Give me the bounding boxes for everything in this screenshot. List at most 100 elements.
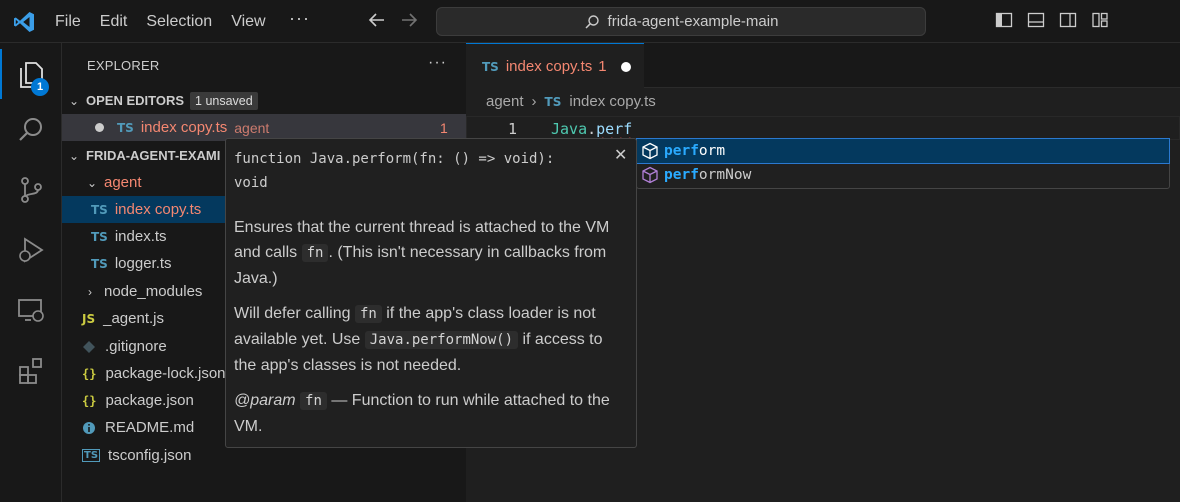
- file-name: index copy.ts: [114, 201, 202, 218]
- chevron-down-icon: ⌄: [86, 175, 98, 190]
- javascript-file-icon: JS: [82, 311, 96, 326]
- search-icon: [585, 14, 599, 29]
- file-name: package.json: [105, 392, 194, 409]
- chevron-right-icon: ›: [88, 284, 92, 299]
- menu-more-icon[interactable]: ···: [289, 8, 310, 29]
- command-center-text: frida-agent-example-main: [607, 13, 779, 30]
- suggest-details-panel: function Java.perform(fn: () => void): v…: [225, 138, 637, 448]
- customize-layout-icon[interactable]: [1090, 10, 1110, 30]
- json-file-icon: {}: [82, 393, 97, 408]
- activity-bar: 1: [0, 43, 62, 502]
- problems-count: 1: [440, 119, 448, 136]
- activity-extensions[interactable]: [0, 345, 62, 395]
- tab-bar: TS index copy.ts 1: [466, 43, 1180, 89]
- function-signature: function Java.perform(fn: () => void): v…: [234, 151, 555, 191]
- code-line[interactable]: 1 Java.perf: [466, 116, 1180, 140]
- tab-label: index copy.ts: [505, 58, 593, 75]
- open-editors-header[interactable]: ⌄ OPEN EDITORS 1 unsaved: [62, 87, 466, 114]
- suggest-rest: ormNow: [698, 167, 752, 183]
- activity-remote-explorer[interactable]: [0, 285, 62, 335]
- suggest-match: perf: [664, 143, 699, 159]
- suggest-item[interactable]: perf ormNow: [637, 163, 1169, 187]
- open-editor-filename: index copy.ts: [140, 119, 228, 136]
- menu-selection[interactable]: Selection: [146, 12, 212, 32]
- toggle-primary-sidebar-icon[interactable]: [994, 10, 1014, 30]
- suggest-item[interactable]: perf orm: [636, 138, 1170, 164]
- breadcrumb-file[interactable]: index copy.ts: [569, 93, 655, 110]
- file-name: tsconfig.json: [108, 447, 192, 464]
- file-name: README.md: [105, 419, 195, 436]
- typescript-file-icon: TS: [544, 94, 562, 109]
- activity-explorer[interactable]: 1: [0, 49, 62, 99]
- folder-node-modules-label: node_modules: [104, 283, 203, 300]
- toggle-secondary-sidebar-icon[interactable]: [1058, 10, 1078, 30]
- layout-controls: [994, 10, 1110, 30]
- extensions-icon: [19, 358, 42, 384]
- code-dot: .: [587, 120, 597, 138]
- close-icon[interactable]: ✕: [614, 145, 627, 165]
- json-file-icon: {}: [82, 366, 97, 381]
- menu-bar: File Edit Selection View: [55, 12, 285, 32]
- typescript-file-icon: TS: [91, 229, 108, 244]
- menu-file[interactable]: File: [55, 12, 81, 32]
- typescript-file-icon: TS: [482, 59, 499, 74]
- file-name: logger.ts: [114, 255, 172, 272]
- run-debug-icon: [19, 237, 44, 263]
- search-icon: [19, 118, 42, 141]
- typescript-file-icon: TS: [117, 120, 134, 135]
- explorer-title: EXPLORER: [87, 58, 160, 73]
- arrow-right-icon[interactable]: [398, 9, 420, 31]
- suggest-widget: perf orm perf ormNow: [636, 138, 1170, 189]
- inline-code: fn: [300, 392, 327, 410]
- activity-source-control[interactable]: [0, 165, 62, 215]
- tab-problems-count: 1: [598, 58, 607, 75]
- unsaved-badge: 1 unsaved: [190, 91, 258, 110]
- remote-explorer-icon: [18, 299, 44, 322]
- toggle-panel-icon[interactable]: [1026, 10, 1046, 30]
- command-center-search[interactable]: frida-agent-example-main: [436, 7, 926, 36]
- file-name: _agent.js: [103, 310, 164, 327]
- inline-code: fn: [301, 244, 329, 262]
- open-editor-item[interactable]: TS index copy.ts agent 1: [62, 114, 466, 141]
- explorer-more-icon[interactable]: ···: [428, 54, 447, 72]
- unsaved-dot-icon[interactable]: [95, 123, 104, 132]
- code-property: perf: [596, 120, 633, 138]
- title-bar: File Edit Selection View ··· frida-agent…: [0, 0, 1180, 43]
- unsaved-dot-icon[interactable]: [620, 61, 631, 72]
- chevron-down-icon: ⌄: [68, 148, 80, 163]
- open-editors-label: OPEN EDITORS: [86, 93, 185, 108]
- inline-code: fn: [354, 305, 382, 323]
- tab-index-copy[interactable]: TS index copy.ts 1: [466, 43, 644, 89]
- open-editor-folder: agent: [234, 119, 270, 136]
- chevron-right-icon: ›: [531, 93, 537, 110]
- menu-view[interactable]: View: [231, 12, 265, 32]
- method-cube-icon: [642, 142, 658, 160]
- chevron-down-icon: ⌄: [68, 93, 80, 108]
- vscode-logo-icon: [14, 12, 34, 32]
- typescript-file-icon: TS: [91, 256, 108, 271]
- code-identifier: Java: [551, 120, 588, 138]
- param-tag: @param: [234, 392, 296, 409]
- git-file-icon: [83, 340, 95, 353]
- explorer-badge: 1: [31, 78, 49, 96]
- doc-param: @param fn — Function to run while attach…: [234, 388, 628, 439]
- doc-paragraph-1: Ensures that the current thread is attac…: [234, 215, 628, 291]
- activity-run-debug[interactable]: [0, 225, 62, 275]
- folder-agent-label: agent: [104, 174, 142, 191]
- breadcrumb-folder[interactable]: agent: [486, 93, 524, 110]
- activity-search[interactable]: [0, 105, 62, 155]
- file-name: .gitignore: [105, 338, 167, 355]
- file-name: package-lock.json: [105, 365, 226, 382]
- source-control-icon: [21, 177, 42, 203]
- method-cube-icon: [642, 166, 658, 184]
- typescript-file-icon: TS: [82, 449, 101, 462]
- breadcrumb: agent › TS index copy.ts: [486, 93, 656, 110]
- arrow-left-icon[interactable]: [366, 9, 388, 31]
- suggest-match: perf: [664, 167, 699, 183]
- suggest-rest: orm: [698, 143, 726, 159]
- menu-edit[interactable]: Edit: [100, 12, 128, 32]
- typescript-file-icon: TS: [91, 202, 108, 217]
- inline-code: Java.performNow(): [364, 331, 519, 349]
- project-folder-label: FRIDA-AGENT-EXAMI: [86, 148, 221, 163]
- info-file-icon: [83, 421, 95, 434]
